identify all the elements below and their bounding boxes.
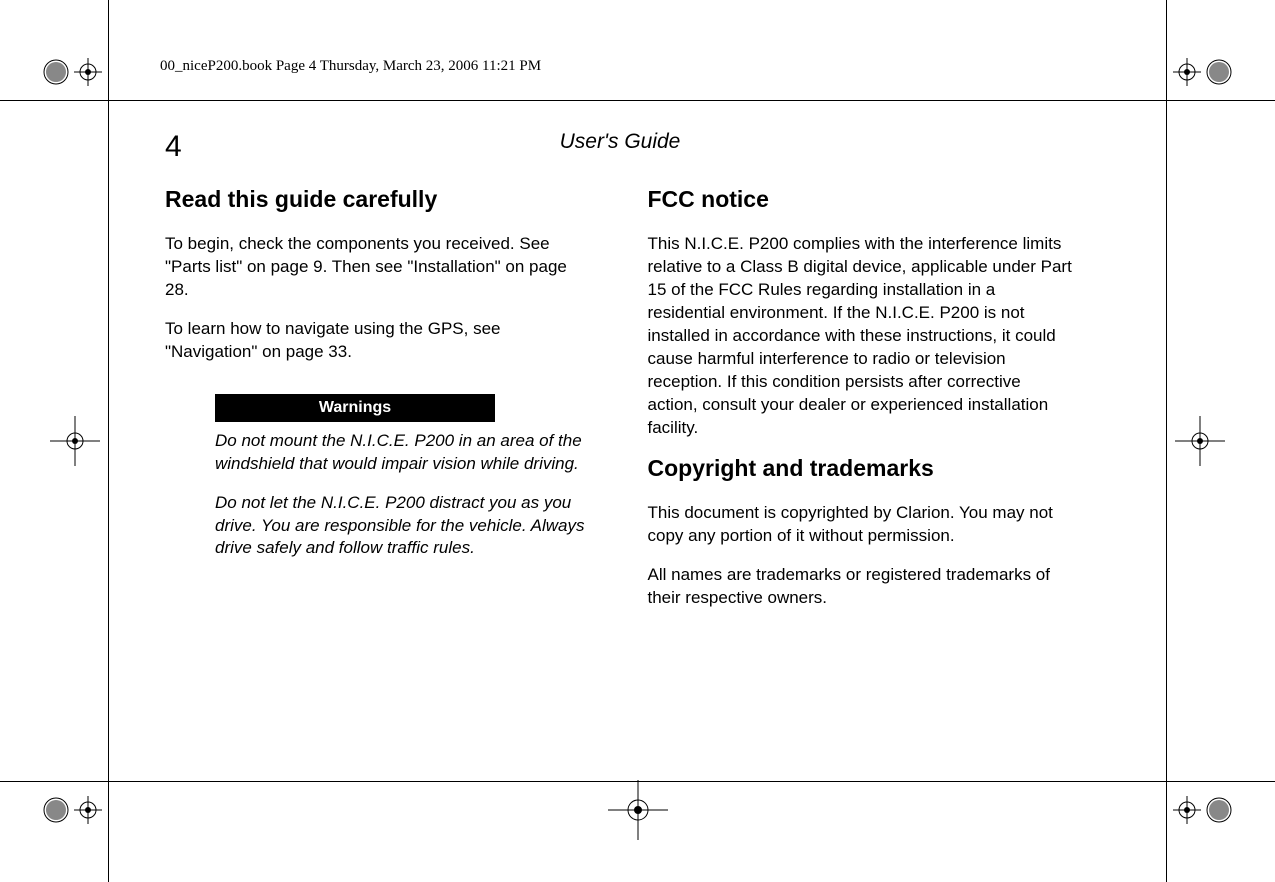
registration-mark-icon [1173,780,1233,840]
right-column: FCC notice This N.I.C.E. P200 complies w… [648,186,1076,626]
crop-line-left [108,0,109,882]
page-content: 4 User's Guide Read this guide carefully… [165,130,1075,772]
warning-paragraph: Do not mount the N.I.C.E. P200 in an are… [215,430,593,476]
registration-mark-icon [1173,42,1233,102]
body-paragraph: This document is copyrighted by Clarion.… [648,502,1076,548]
registration-mark-icon [1175,416,1225,466]
header-filename: 00_niceP200.book Page 4 Thursday, March … [160,58,541,75]
body-paragraph: To begin, check the components you recei… [165,233,593,302]
page-number: 4 [165,130,182,164]
section-heading-fcc: FCC notice [648,186,1076,213]
left-column: Read this guide carefully To begin, chec… [165,186,593,626]
registration-mark-icon [42,780,102,840]
warning-header: Warnings [215,394,495,422]
guide-title: User's Guide [560,130,681,154]
body-paragraph: This N.I.C.E. P200 complies with the int… [648,233,1076,439]
registration-mark-icon [42,42,102,102]
crop-line-right [1166,0,1167,882]
registration-mark-icon [50,416,100,466]
section-heading-copyright: Copyright and trademarks [648,455,1076,482]
crop-line-top [0,100,1275,101]
body-paragraph: To learn how to navigate using the GPS, … [165,318,593,364]
body-paragraph: All names are trademarks or registered t… [648,564,1076,610]
registration-mark-icon [608,780,668,840]
section-heading-read-guide: Read this guide carefully [165,186,593,213]
warning-box: Warnings Do not mount the N.I.C.E. P200 … [215,394,593,561]
warning-paragraph: Do not let the N.I.C.E. P200 distract yo… [215,492,593,561]
